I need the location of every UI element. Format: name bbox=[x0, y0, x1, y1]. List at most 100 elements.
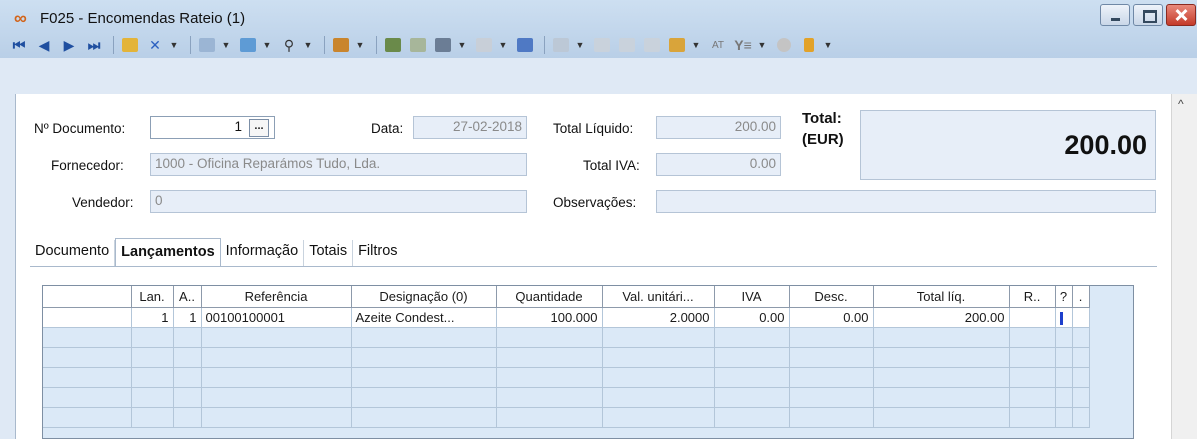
validate-icon[interactable] bbox=[514, 35, 536, 55]
col-header-quantidade[interactable]: Quantidade bbox=[496, 286, 603, 308]
grid-header-row: Lan. A.. Referência Designação (0) Quant… bbox=[43, 286, 1090, 308]
table-row-empty[interactable] bbox=[43, 407, 1090, 428]
col-header-indicator[interactable] bbox=[43, 286, 132, 308]
total-display: 200.00 bbox=[860, 110, 1156, 180]
edit-icon[interactable] bbox=[119, 35, 141, 55]
last-record-icon[interactable]: ⏭ bbox=[83, 35, 105, 55]
tab-informacao[interactable]: Informação bbox=[221, 240, 305, 266]
cell-val-unitario[interactable]: 2.0000 bbox=[602, 307, 715, 328]
cell-lan[interactable]: 1 bbox=[131, 307, 174, 328]
title-bar: ∞ F025 - Encomendas Rateio (1) ⏮ ◀ ▶ ⏭ ✕… bbox=[0, 0, 1197, 58]
report-icon[interactable] bbox=[641, 35, 663, 55]
cell-r[interactable] bbox=[1009, 307, 1056, 328]
exit-dropdown-icon[interactable]: ▼ bbox=[823, 35, 833, 55]
notes-label: Observações: bbox=[553, 195, 637, 210]
close-button[interactable] bbox=[1166, 4, 1196, 26]
table-row[interactable]: 1 1 00100100001 Azeite Condest... 100.00… bbox=[43, 307, 1090, 328]
total-liquid-label: Total Líquido: bbox=[553, 121, 634, 136]
minimize-button[interactable] bbox=[1100, 4, 1130, 26]
unpost-icon[interactable] bbox=[407, 35, 429, 55]
total-vat-field: 0.00 bbox=[656, 153, 781, 176]
table-row-empty[interactable] bbox=[43, 347, 1090, 368]
globe-icon[interactable] bbox=[773, 35, 795, 55]
cell-iva[interactable]: 0.00 bbox=[714, 307, 790, 328]
toolbar-separator bbox=[113, 36, 114, 54]
toolbar-separator bbox=[544, 36, 545, 54]
toolbar-separator bbox=[190, 36, 191, 54]
tools-dropdown-icon[interactable]: ▼ bbox=[355, 35, 365, 55]
col-header-designacao[interactable]: Designação (0) bbox=[351, 286, 497, 308]
col-header-desc[interactable]: Desc. bbox=[789, 286, 874, 308]
cell-question[interactable] bbox=[1055, 307, 1073, 328]
docs-dropdown-icon[interactable]: ▼ bbox=[575, 35, 585, 55]
col-header-lan[interactable]: Lan. bbox=[131, 286, 174, 308]
table-row-empty[interactable] bbox=[43, 387, 1090, 408]
filter-icon[interactable]: Y≡ bbox=[732, 35, 754, 55]
maximize-button[interactable] bbox=[1133, 4, 1163, 26]
print-dropdown-icon[interactable]: ▼ bbox=[457, 35, 467, 55]
seller-label: Vendedor: bbox=[72, 195, 134, 210]
col-header-val-unitario[interactable]: Val. unitári... bbox=[602, 286, 715, 308]
exit-icon[interactable] bbox=[798, 35, 820, 55]
at-icon[interactable]: AT bbox=[707, 35, 729, 55]
cell-total-liq[interactable]: 200.00 bbox=[873, 307, 1010, 328]
toolbar-separator bbox=[324, 36, 325, 54]
list-icon[interactable] bbox=[616, 35, 638, 55]
notes-field[interactable] bbox=[656, 190, 1156, 213]
wizard-dropdown-icon[interactable]: ▼ bbox=[691, 35, 701, 55]
window-title: F025 - Encomendas Rateio (1) bbox=[40, 10, 246, 27]
cell-a[interactable]: 1 bbox=[173, 307, 202, 328]
wizard-icon[interactable] bbox=[666, 35, 688, 55]
properties-icon[interactable] bbox=[196, 35, 218, 55]
vertical-scrollbar[interactable]: ^ bbox=[1171, 94, 1197, 439]
tab-lancamentos[interactable]: Lançamentos bbox=[115, 238, 221, 266]
grid-icon[interactable] bbox=[591, 35, 613, 55]
tab-totais[interactable]: Totais bbox=[304, 240, 354, 266]
doc-number-lookup-button[interactable]: ... bbox=[249, 119, 269, 137]
col-header-referencia[interactable]: Referência bbox=[201, 286, 352, 308]
col-header-total-liq[interactable]: Total líq. bbox=[873, 286, 1010, 308]
col-header-dot[interactable]: . bbox=[1072, 286, 1090, 308]
search-dropdown-icon[interactable]: ▼ bbox=[303, 35, 313, 55]
previous-record-icon[interactable]: ◀ bbox=[33, 35, 55, 55]
docs-icon[interactable] bbox=[550, 35, 572, 55]
lines-grid[interactable]: Lan. A.. Referência Designação (0) Quant… bbox=[42, 285, 1134, 439]
print-icon[interactable] bbox=[432, 35, 454, 55]
export-icon[interactable] bbox=[237, 35, 259, 55]
cell-designacao[interactable]: Azeite Condest... bbox=[351, 307, 497, 328]
email-dropdown-icon[interactable]: ▼ bbox=[498, 35, 508, 55]
filter-dropdown-icon[interactable]: ▼ bbox=[757, 35, 767, 55]
cell-dot[interactable] bbox=[1072, 307, 1090, 328]
cell-quantidade[interactable]: 100.000 bbox=[496, 307, 603, 328]
next-record-icon[interactable]: ▶ bbox=[58, 35, 80, 55]
search-icon[interactable]: ⚲ bbox=[278, 35, 300, 55]
col-header-iva[interactable]: IVA bbox=[714, 286, 790, 308]
delete-dropdown-icon[interactable]: ▼ bbox=[169, 35, 179, 55]
tools-icon[interactable] bbox=[330, 35, 352, 55]
delete-icon[interactable]: ✕ bbox=[144, 35, 166, 55]
table-row-empty[interactable] bbox=[43, 327, 1090, 348]
cell-referencia[interactable]: 00100100001 bbox=[201, 307, 352, 328]
toolbar-separator bbox=[376, 36, 377, 54]
export-dropdown-icon[interactable]: ▼ bbox=[262, 35, 272, 55]
scroll-up-icon[interactable]: ^ bbox=[1178, 97, 1184, 111]
tab-filtros[interactable]: Filtros bbox=[353, 240, 402, 266]
supplier-label: Fornecedor: bbox=[51, 158, 124, 173]
email-icon[interactable] bbox=[473, 35, 495, 55]
tab-bar: Documento Lançamentos Informação Totais … bbox=[30, 238, 403, 266]
row-indicator[interactable] bbox=[43, 307, 132, 328]
cell-desc[interactable]: 0.00 bbox=[789, 307, 874, 328]
table-row-empty[interactable] bbox=[43, 367, 1090, 388]
supplier-field[interactable]: 1000 - Oficina Reparámos Tudo, Lda. bbox=[150, 153, 527, 176]
properties-dropdown-icon[interactable]: ▼ bbox=[221, 35, 231, 55]
post-icon[interactable] bbox=[382, 35, 404, 55]
tab-documento[interactable]: Documento bbox=[30, 240, 116, 266]
date-field[interactable]: 27-02-2018 bbox=[413, 116, 527, 139]
col-header-a[interactable]: A.. bbox=[173, 286, 202, 308]
col-header-question[interactable]: ? bbox=[1055, 286, 1073, 308]
seller-field[interactable]: 0 bbox=[150, 190, 527, 213]
first-record-icon[interactable]: ⏮ bbox=[8, 35, 30, 55]
infinity-icon: ∞ bbox=[14, 8, 27, 28]
col-header-r[interactable]: R.. bbox=[1009, 286, 1056, 308]
lines-table: Lan. A.. Referência Designação (0) Quant… bbox=[43, 286, 1090, 428]
